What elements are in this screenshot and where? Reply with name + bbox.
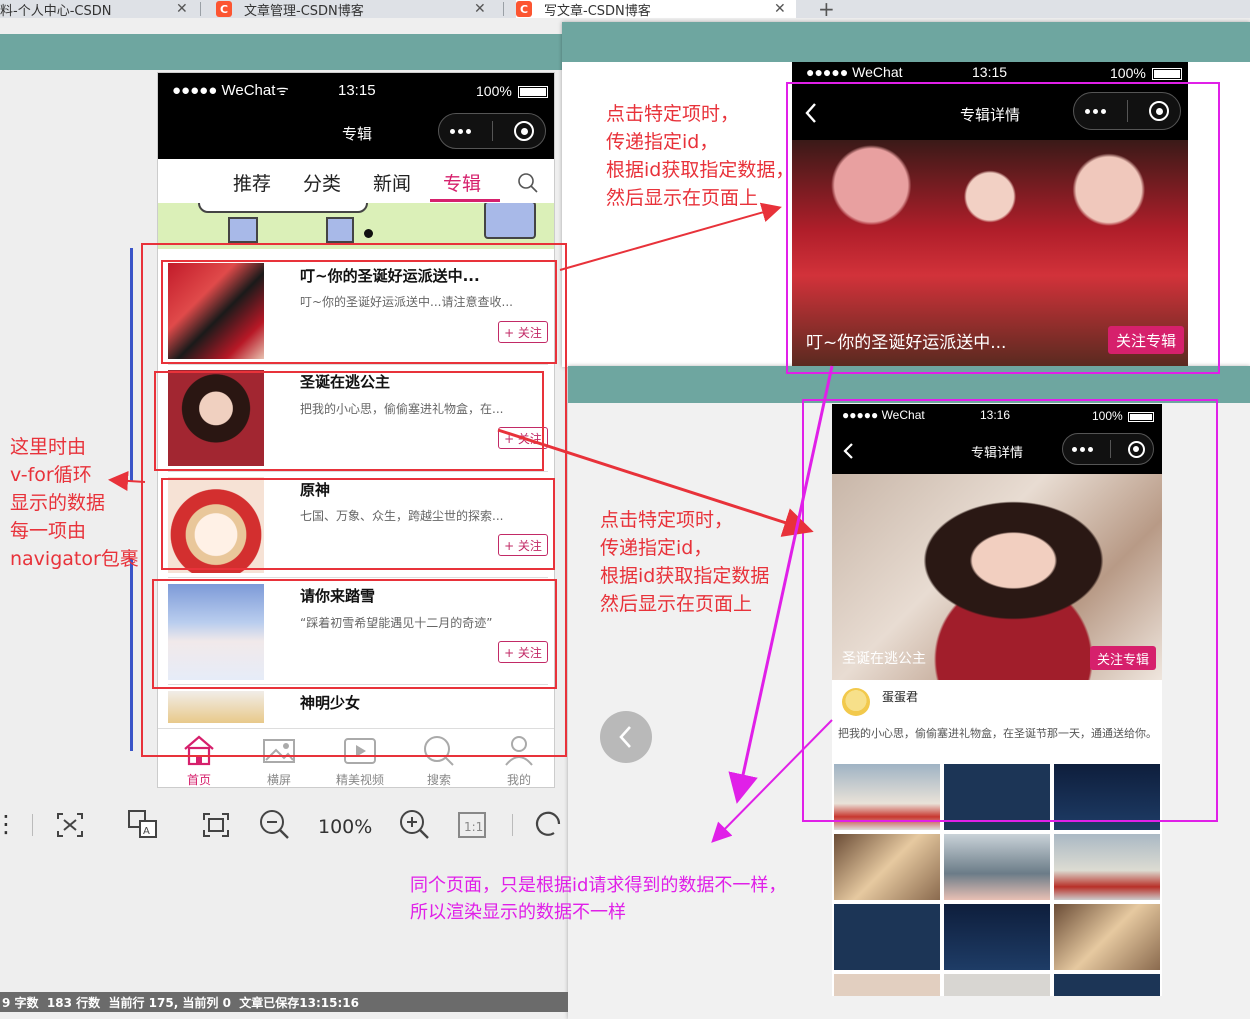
toolbar-divider	[32, 814, 33, 836]
zoom-out-icon[interactable]	[258, 808, 290, 840]
zoom-in-icon[interactable]	[398, 808, 430, 840]
rotate-icon[interactable]	[532, 808, 564, 840]
annotation-arrows	[108, 202, 834, 843]
svg-text:1:1: 1:1	[464, 820, 483, 834]
editor-status-bar: 9 字数 183 行数 当前行 175, 当前列 0 文章已保存13:15:16	[0, 992, 568, 1012]
grid-icon[interactable]: ⋮	[0, 810, 18, 838]
viewer-toolbar: ⋮ A 100% 1:1	[0, 796, 565, 856]
text-recognize-icon[interactable]	[54, 810, 86, 840]
toolbar-divider	[512, 814, 513, 836]
translate-icon[interactable]: A	[126, 808, 160, 840]
fit-screen-icon[interactable]	[200, 810, 232, 840]
svg-text:A: A	[143, 826, 150, 837]
zoom-level: 100%	[318, 816, 373, 838]
actual-size-icon[interactable]: 1:1	[456, 810, 488, 840]
